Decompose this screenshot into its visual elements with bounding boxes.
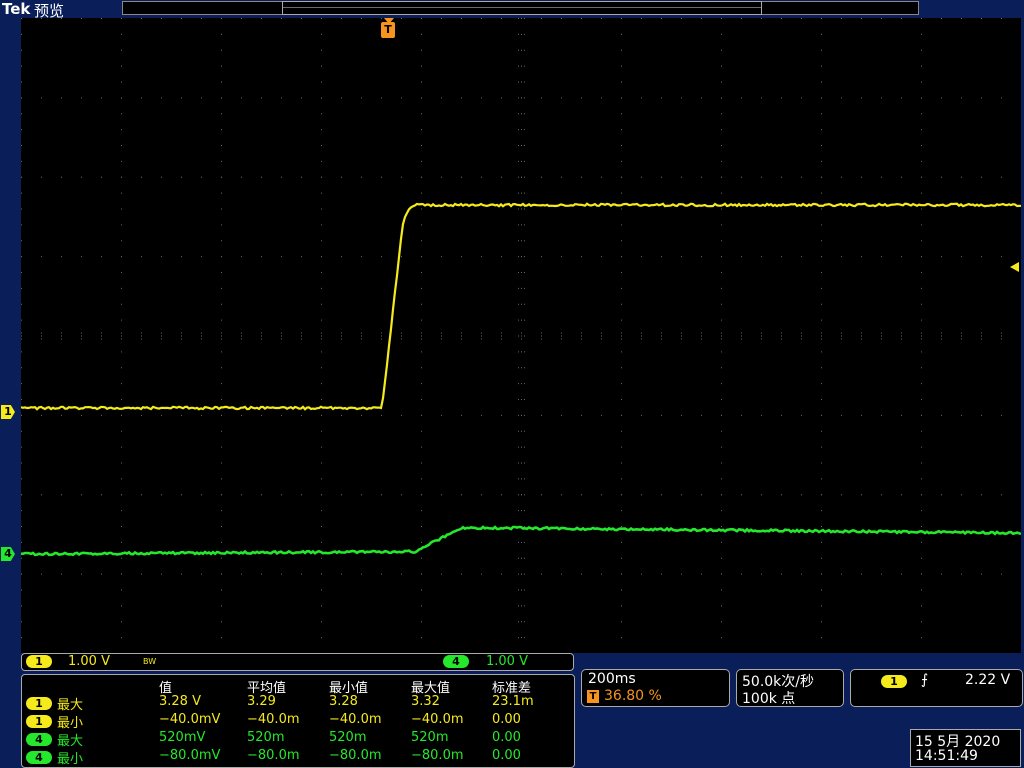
channel-4-waveform xyxy=(21,527,1021,555)
graticule[interactable] xyxy=(21,18,1021,653)
brand-logo: Tek xyxy=(2,0,30,18)
channel-1-waveform xyxy=(21,204,1021,409)
acquisition-readout[interactable]: 50.0k次/秒 100k 点 xyxy=(736,669,844,707)
channel-1-scale[interactable]: 1.00 V xyxy=(68,654,110,669)
measurement-max: −40.0m xyxy=(411,712,464,727)
channel-1-badge[interactable]: 1 xyxy=(26,655,52,668)
measurement-type: 最大 xyxy=(57,694,83,713)
grid-dots xyxy=(21,18,1021,653)
measurement-value: −40.0mV xyxy=(159,712,220,727)
horizontal-scale: 200ms xyxy=(588,671,636,687)
time: 14:51:49 xyxy=(915,748,978,764)
record-length: 100k 点 xyxy=(742,688,795,708)
rising-edge-icon: ⨍ xyxy=(921,672,928,688)
measurement-table: 值 平均值 最小值 最大值 标准差 1 最大 3.28 V 3.29 3.28 … xyxy=(21,674,575,768)
measurement-value: 3.28 V xyxy=(159,694,201,709)
measurement-stddev: 23.1m xyxy=(492,694,534,709)
trigger-source-badge: 1 xyxy=(881,675,907,688)
bandwidth-limit-icon: BW xyxy=(143,657,156,666)
measurement-value: −80.0mV xyxy=(159,748,220,763)
record-view-window[interactable] xyxy=(282,1,762,15)
measurement-min: −80.0m xyxy=(329,748,382,763)
measurement-min: 3.28 xyxy=(329,694,358,709)
channel-4-ground-marker[interactable]: 4 xyxy=(1,547,15,561)
trigger-level: 2.22 V xyxy=(965,672,1010,688)
measurement-value: 520mV xyxy=(159,730,205,745)
channel-1-ground-marker[interactable]: 1 xyxy=(1,405,15,419)
measurement-max: −80.0m xyxy=(411,748,464,763)
trigger-level-arrow-icon[interactable] xyxy=(1010,262,1019,272)
measurement-stddev: 0.00 xyxy=(492,730,521,745)
timebase-readout[interactable]: 200ms T 36.80 % xyxy=(581,669,730,707)
measurement-min: 520m xyxy=(329,730,366,745)
channel-4-scale[interactable]: 1.00 V xyxy=(486,654,528,669)
measurement-type: 最大 xyxy=(57,730,83,749)
measurement-stddev: 0.00 xyxy=(492,748,521,763)
measurement-channel-badge: 4 xyxy=(26,733,52,746)
trigger-readout[interactable]: 1 ⨍ 2.22 V xyxy=(850,669,1023,707)
measurement-max: 3.32 xyxy=(411,694,440,709)
measurement-mean: 520m xyxy=(247,730,284,745)
horizontal-position: 36.80 % xyxy=(604,688,662,704)
measurement-stddev: 0.00 xyxy=(492,712,521,727)
measurement-type: 最小 xyxy=(57,748,83,767)
measurement-mean: −40.0m xyxy=(247,712,300,727)
measurement-mean: 3.29 xyxy=(247,694,276,709)
channel-4-badge[interactable]: 4 xyxy=(443,655,469,668)
measurement-channel-badge: 1 xyxy=(26,715,52,728)
measurement-type: 最小 xyxy=(57,712,83,731)
record-view-line xyxy=(283,7,761,8)
datetime-readout: 15 5月 2020 14:51:49 xyxy=(910,729,1021,767)
measurement-channel-badge: 4 xyxy=(26,751,52,764)
measurement-min: −40.0m xyxy=(329,712,382,727)
measurement-mean: −80.0m xyxy=(247,748,300,763)
channel-readout-strip: 1 1.00 V BW 4 1.00 V xyxy=(21,653,574,671)
measurement-channel-badge: 1 xyxy=(26,697,52,710)
trigger-position-icon[interactable]: T xyxy=(381,22,395,38)
trigger-position-icon: T xyxy=(587,690,599,703)
measurement-max: 520m xyxy=(411,730,448,745)
